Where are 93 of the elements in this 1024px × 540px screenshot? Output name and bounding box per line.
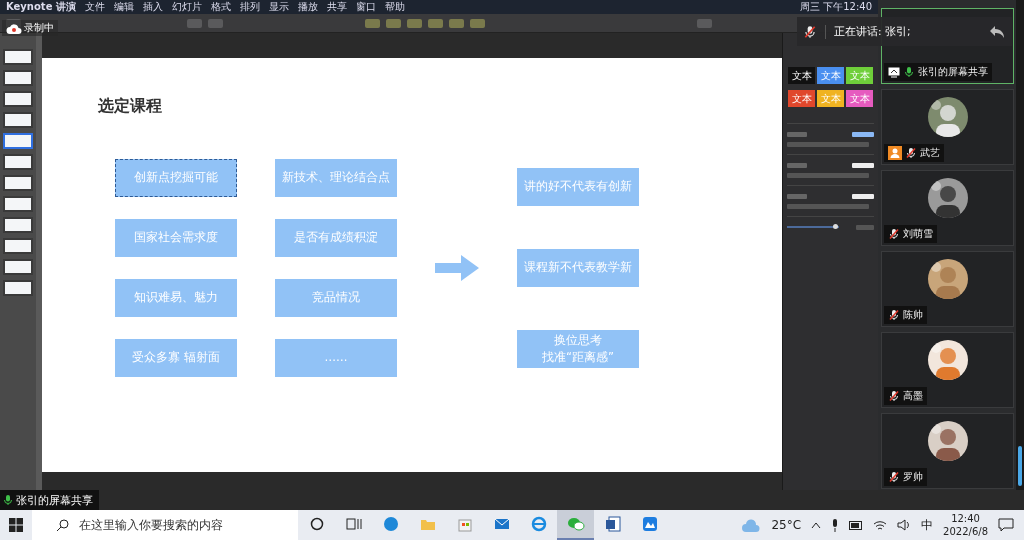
mic-icon — [2, 494, 14, 506]
muted-mic-icon — [905, 147, 917, 159]
video-tile[interactable]: 武艺 — [881, 89, 1014, 165]
participant-name: 张引的屏幕共享 — [918, 65, 988, 79]
microphone-icon — [831, 518, 840, 532]
weather-text[interactable]: 25°C — [771, 518, 802, 532]
border-color-well[interactable] — [852, 162, 874, 168]
chat-icon — [566, 515, 585, 533]
video-tile[interactable]: 刘萌雪 — [881, 170, 1014, 246]
muted-mic-icon — [888, 309, 900, 321]
menu-item[interactable]: 编辑 — [113, 0, 134, 14]
cloud-icon — [6, 22, 22, 34]
text-box: 竞品情况 — [275, 279, 397, 317]
section-toggle[interactable] — [787, 193, 807, 199]
slide-thumbnail[interactable] — [3, 133, 33, 149]
text-box: …… — [275, 339, 397, 377]
windows-start-icon[interactable] — [9, 518, 23, 532]
app-icon — [640, 515, 659, 533]
text-box: 知识难易、魅力 — [115, 279, 237, 317]
slide-thumbnail[interactable] — [3, 217, 33, 233]
participant-name: 武艺 — [920, 146, 940, 160]
menu-item[interactable]: 插入 — [142, 0, 163, 14]
input-method-indicator[interactable]: 中 — [921, 516, 934, 534]
menu-item[interactable]: 幻灯片 — [171, 0, 202, 14]
style-swatch[interactable]: 文本 — [788, 67, 815, 84]
video-tile[interactable]: 高墨 — [881, 332, 1014, 408]
caret-up-icon[interactable] — [811, 521, 822, 529]
screen-share-icon — [888, 66, 900, 78]
slide-thumbnail[interactable] — [3, 196, 33, 212]
text-box: 换位思考 找准“距离感” — [517, 330, 639, 368]
slide-thumbnail[interactable] — [3, 91, 33, 107]
slide-thumbnail[interactable] — [3, 49, 33, 65]
text-box: 课程新不代表教学新 — [517, 249, 639, 287]
participant-name: 罗帅 — [903, 470, 923, 484]
scrollbar-thumb[interactable] — [1018, 446, 1022, 486]
slide-title: 选定课程 — [98, 96, 163, 117]
text-box: 新技术、理论结合点 — [275, 159, 397, 197]
menu-item[interactable]: 文件 — [84, 0, 105, 14]
circle-icon[interactable] — [309, 517, 324, 531]
cloud-icon — [741, 518, 762, 532]
shadow-color-well[interactable] — [852, 193, 874, 199]
speaker-icon[interactable] — [897, 519, 912, 531]
text-box: 创新点挖掘可能 — [115, 159, 237, 197]
video-tile[interactable]: 罗帅 — [881, 413, 1014, 489]
clock[interactable]: 12:40 2022/6/8 — [943, 512, 988, 538]
search-field[interactable]: 在这里输入你要搜索的内容 — [77, 517, 297, 533]
wifi-icon[interactable] — [873, 519, 888, 531]
recording-label: 录制中 — [24, 21, 54, 35]
search-box[interactable]: 在这里输入你要搜索的内容 — [32, 510, 298, 540]
video-tile[interactable]: 陈帅 — [881, 251, 1014, 327]
menu-item[interactable]: 显示 — [268, 0, 289, 14]
slide-thumbnail[interactable] — [3, 112, 33, 128]
menubar-clock: 周三 下午12:40 — [800, 0, 872, 14]
muted-mic-icon — [888, 471, 900, 483]
text-box: 讲的好不代表有创新 — [517, 168, 639, 206]
battery-icon[interactable] — [849, 520, 864, 530]
muted-mic-icon — [888, 228, 900, 240]
arrow-icon — [435, 255, 479, 281]
notification-icon[interactable] — [998, 518, 1014, 532]
menu-item[interactable]: 格式 — [210, 0, 231, 14]
section-toggle[interactable] — [787, 131, 807, 137]
menu-item[interactable]: 窗口 — [355, 0, 376, 14]
muted-mic-icon — [803, 24, 817, 39]
mic-icon — [903, 66, 915, 78]
task-view-icon[interactable] — [345, 517, 362, 531]
fill-color-well[interactable] — [852, 131, 874, 137]
speaking-indicator: 正在讲话: 张引; — [825, 24, 980, 39]
slide-thumbnail[interactable] — [3, 175, 33, 191]
search-icon — [56, 518, 69, 532]
user-icon — [888, 146, 902, 160]
slide-thumbnail[interactable] — [3, 154, 33, 170]
share-label: 张引的屏幕共享 — [16, 492, 93, 508]
style-swatch[interactable]: 文本 — [788, 90, 815, 107]
menu-item[interactable]: 帮助 — [384, 0, 405, 14]
text-box: 国家社会需求度 — [115, 219, 237, 257]
section-toggle[interactable] — [787, 162, 807, 168]
participant-name: 高墨 — [903, 389, 923, 403]
slide-thumbnail[interactable] — [3, 280, 33, 296]
menu-item[interactable]: 共享 — [326, 0, 347, 14]
text-box: 受众多寡 辐射面 — [115, 339, 237, 377]
menu-item[interactable]: 排列 — [239, 0, 260, 14]
muted-mic-icon — [888, 390, 900, 402]
menu-item[interactable]: Keynote 讲演 — [6, 0, 76, 14]
menu-item[interactable]: 播放 — [297, 0, 318, 14]
globe-icon — [529, 515, 548, 533]
document-icon — [603, 515, 622, 533]
slide-thumbnail[interactable] — [3, 259, 33, 275]
participant-name: 陈帅 — [903, 308, 923, 322]
text-box: 是否有成绩积淀 — [275, 219, 397, 257]
slide-thumbnail[interactable] — [3, 238, 33, 254]
browser-icon — [381, 515, 400, 533]
participant-name: 刘萌雪 — [903, 227, 933, 241]
slide-thumbnail[interactable] — [3, 70, 33, 86]
